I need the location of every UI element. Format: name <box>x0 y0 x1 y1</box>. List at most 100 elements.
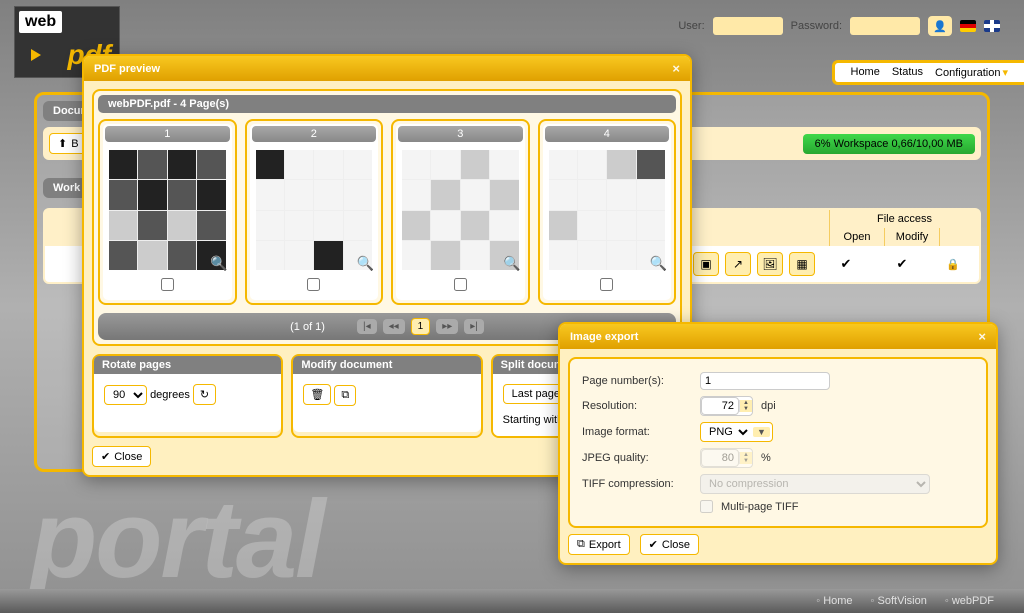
pager-next[interactable]: ▸▸ <box>436 319 458 334</box>
thumbnails-row: 1 🔍 2 <box>98 119 676 305</box>
thumbnail-3[interactable]: 3 🔍 <box>391 119 530 305</box>
thumb-1-image: 🔍 <box>109 150 226 270</box>
copy-icon: ⧉ <box>341 389 349 402</box>
thumb-1-checkbox[interactable] <box>161 278 174 291</box>
user-label: User: <box>678 20 704 32</box>
zoom-icon[interactable]: 🔍 <box>503 255 520 272</box>
trash-icon: 🗑 <box>310 388 324 401</box>
password-label: Password: <box>791 20 842 32</box>
pager-first[interactable]: |◂ <box>357 319 377 334</box>
preview-close-button[interactable]: ✔ Close <box>92 446 151 467</box>
nav-status[interactable]: Status <box>892 66 923 79</box>
thumb-3-checkbox[interactable] <box>454 278 467 291</box>
multi-tiff-label: Multi-page TIFF <box>721 501 798 513</box>
pdf-preview-title-bar: PDF preview × <box>84 56 690 81</box>
password-input[interactable] <box>850 17 920 35</box>
tiff-compression-label: TIFF compression: <box>582 478 692 490</box>
pager-page-1[interactable]: 1 <box>411 318 431 335</box>
action-grid-icon[interactable]: ▦ <box>789 252 815 276</box>
thumbnail-2[interactable]: 2 🔍 <box>245 119 384 305</box>
thumb-3-label: 3 <box>398 126 523 142</box>
delete-page-button[interactable]: 🗑 <box>303 384 331 405</box>
rotate-unit: degrees <box>150 389 190 401</box>
rotate-apply-button[interactable]: ↻ <box>193 384 216 405</box>
modify-title: Modify document <box>293 356 480 374</box>
format-select[interactable]: PNG <box>703 424 751 440</box>
footer-softvision[interactable]: SoftVision <box>871 595 927 607</box>
check-icon: ✔ <box>649 538 658 551</box>
export-close-label: Close <box>662 539 690 551</box>
thumb-4-checkbox[interactable] <box>600 278 613 291</box>
jpeg-quality-input <box>701 449 739 467</box>
resolution-label: Resolution: <box>582 400 692 412</box>
res-down[interactable]: ▼ <box>740 406 752 412</box>
browse-label: B <box>71 138 78 150</box>
footer-home[interactable]: Home <box>816 595 852 607</box>
user-input[interactable] <box>713 17 783 35</box>
flag-de-icon[interactable] <box>960 20 976 32</box>
thumb-3-image: 🔍 <box>402 150 519 270</box>
col-open-header: Open <box>829 228 884 246</box>
chevron-down-icon: ▼ <box>753 427 770 437</box>
user-icon: 👤 <box>933 20 947 33</box>
top-nav: Home Status Configuration <box>832 60 1024 85</box>
image-export-close-x[interactable]: × <box>978 329 986 344</box>
pdf-preview-title: PDF preview <box>94 63 160 75</box>
check-icon: ✔ <box>101 450 110 463</box>
upload-icon: ⬆ <box>58 137 67 150</box>
pager-status: (1 of 1) <box>290 321 325 333</box>
thumbnail-1[interactable]: 1 🔍 <box>98 119 237 305</box>
modify-panel: Modify document 🗑 ⧉ <box>291 354 482 438</box>
resolution-input[interactable] <box>701 397 739 415</box>
zoom-icon[interactable]: 🔍 <box>210 255 227 272</box>
thumbnail-4[interactable]: 4 🔍 <box>538 119 677 305</box>
logo-web: web <box>19 11 62 33</box>
thumb-2-image: 🔍 <box>256 150 373 270</box>
page-number-input[interactable] <box>700 372 830 390</box>
thumb-2-label: 2 <box>252 126 377 142</box>
login-button[interactable]: 👤 <box>928 16 952 36</box>
footer: Home SoftVision webPDF <box>0 589 1024 613</box>
watermark-text: portal <box>30 476 324 603</box>
image-export-title-bar: Image export × <box>560 324 996 349</box>
export-label: Export <box>589 539 621 551</box>
rotate-title: Rotate pages <box>94 356 281 374</box>
export-button[interactable]: ⧉ Export <box>568 534 630 555</box>
zoom-icon[interactable]: 🔍 <box>357 255 374 272</box>
rotate-panel: Rotate pages 90 degrees ↻ <box>92 354 283 438</box>
col-modify-header: Modify <box>884 228 939 246</box>
nav-home[interactable]: Home <box>851 66 880 79</box>
login-bar: User: Password: 👤 <box>678 16 1000 36</box>
pager-last[interactable]: ▸| <box>464 319 484 334</box>
format-label: Image format: <box>582 426 692 438</box>
jpeg-quality-label: JPEG quality: <box>582 452 692 464</box>
tiff-compression-select: No compression <box>700 474 930 494</box>
action-preview-icon[interactable]: ▣ <box>693 252 719 276</box>
modify-check-icon: ✔ <box>877 256 927 272</box>
action-export-icon[interactable]: ↗ <box>725 252 751 276</box>
rotate-icon: ↻ <box>200 388 209 401</box>
rotate-select[interactable]: 90 <box>104 385 147 405</box>
duplicate-page-button[interactable]: ⧉ <box>334 385 356 406</box>
image-export-title: Image export <box>570 331 638 343</box>
workspace-progress: 6% Workspace 0,66/10,00 MB <box>803 134 975 154</box>
pager-prev[interactable]: ◂◂ <box>383 319 405 334</box>
close-label: Close <box>114 451 142 463</box>
footer-webpdf[interactable]: webPDF <box>945 595 994 607</box>
nav-configuration[interactable]: Configuration <box>935 66 1008 79</box>
logo-triangle-icon <box>31 49 41 61</box>
export-close-button[interactable]: ✔ Close <box>640 534 699 555</box>
flag-en-icon[interactable] <box>984 20 1000 32</box>
thumb-1-label: 1 <box>105 126 230 142</box>
lock-icon[interactable]: 🔒 <box>933 258 973 271</box>
file-info-title: webPDF.pdf - 4 Page(s) <box>98 95 676 113</box>
jpeg-down: ▼ <box>740 458 752 464</box>
page-number-label: Page number(s): <box>582 375 692 387</box>
thumb-4-image: 🔍 <box>549 150 666 270</box>
zoom-icon[interactable]: 🔍 <box>650 255 667 272</box>
pdf-preview-close-x[interactable]: × <box>672 61 680 76</box>
export-icon: ⧉ <box>577 538 585 551</box>
thumb-2-checkbox[interactable] <box>307 278 320 291</box>
action-image-icon[interactable]: 🖼 <box>757 252 783 276</box>
multi-tiff-checkbox <box>700 500 713 513</box>
